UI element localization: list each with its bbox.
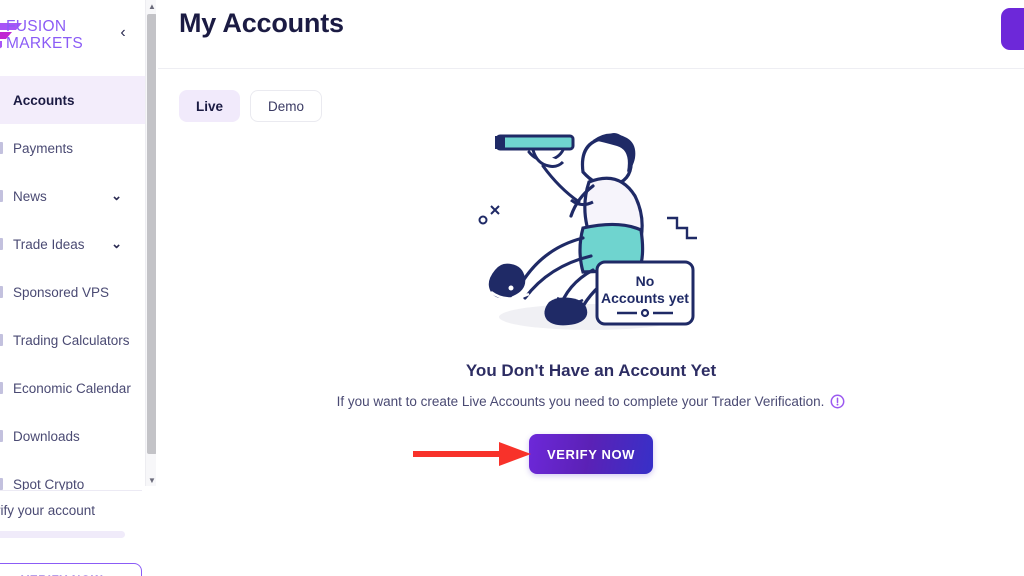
sidebar-item-label: Downloads bbox=[13, 428, 80, 444]
empty-state-subtitle: If you want to create Live Accounts you … bbox=[336, 394, 825, 409]
cta-wrapper: VERIFY NOW bbox=[413, 434, 653, 474]
news-icon bbox=[0, 190, 3, 202]
tab-demo[interactable]: Demo bbox=[250, 90, 323, 122]
sidebar-item-label: Payments bbox=[13, 140, 74, 156]
verification-progress-bar bbox=[0, 531, 125, 538]
empty-state: No Accounts yet You Don't Have an Accoun… bbox=[158, 120, 1024, 474]
verify-now-button[interactable]: VERIFY NOW bbox=[529, 434, 653, 474]
brand-name: FUSION MARKETS bbox=[6, 18, 116, 52]
trade-ideas-icon bbox=[0, 238, 3, 250]
sign-line2: Accounts yet bbox=[601, 290, 689, 306]
calendar-icon bbox=[0, 382, 3, 394]
sidebar-item-accounts[interactable]: Accounts bbox=[0, 76, 146, 124]
red-pointer-arrow-annotation-icon bbox=[413, 442, 531, 466]
sidebar-item-label: Sponsored VPS bbox=[13, 284, 110, 300]
payments-icon bbox=[0, 142, 3, 154]
sidebar-verify-account-panel: rify your account VERIFY NOW bbox=[0, 490, 142, 576]
main-content: My Accounts Live Demo No Accounts yet Yo… bbox=[158, 0, 1024, 576]
top-bar: My Accounts bbox=[158, 0, 1024, 69]
vps-icon bbox=[0, 286, 3, 298]
sidebar-item-news[interactable]: News ⌄ bbox=[0, 172, 146, 220]
empty-state-subtitle-row: If you want to create Live Accounts you … bbox=[337, 394, 846, 409]
sidebar-item-payments[interactable]: Payments bbox=[0, 124, 146, 172]
brand-name-line1: FUSION bbox=[6, 18, 67, 35]
brand-logo[interactable]: FUSION MARKETS ‹ bbox=[0, 0, 146, 69]
sidebar-item-label: Trading Calculators bbox=[13, 332, 130, 348]
sidebar-item-trade-ideas[interactable]: Trade Ideas ⌄ bbox=[0, 220, 146, 268]
sidebar-item-economic-calendar[interactable]: Economic Calendar bbox=[0, 364, 146, 412]
info-circle-icon[interactable] bbox=[830, 394, 845, 409]
sidebar-item-downloads[interactable]: Downloads bbox=[0, 412, 146, 460]
sidebar-item-label: Accounts bbox=[13, 92, 75, 108]
chevron-down-icon[interactable]: ⌄ bbox=[111, 188, 122, 204]
sidebar-nav: Accounts Payments News ⌄ Trade Ideas ⌄ S… bbox=[0, 76, 146, 508]
sidebar-collapse-chevron-left-icon[interactable]: ‹ bbox=[112, 22, 134, 44]
calculator-icon bbox=[0, 334, 3, 346]
topbar-action-button[interactable] bbox=[1001, 8, 1024, 50]
page-title: My Accounts bbox=[179, 8, 344, 38]
brand-name-line2: MARKETS bbox=[6, 35, 84, 52]
empty-state-heading: You Don't Have an Account Yet bbox=[465, 361, 717, 380]
sidebar: FUSION MARKETS ‹ Accounts Payments News … bbox=[0, 0, 146, 576]
app-root: FUSION MARKETS ‹ Accounts Payments News … bbox=[0, 0, 1024, 576]
sidebar-item-label: News bbox=[13, 188, 47, 204]
sidebar-item-trading-calculators[interactable]: Trading Calculators bbox=[0, 316, 146, 364]
chevron-down-icon[interactable]: ⌄ bbox=[111, 236, 122, 252]
sign-line1: No bbox=[636, 273, 655, 289]
download-icon bbox=[0, 430, 3, 442]
woman-with-telescope-illustration: No Accounts yet bbox=[478, 133, 697, 330]
crypto-icon bbox=[0, 478, 3, 490]
verify-panel-title: rify your account bbox=[0, 503, 96, 518]
account-type-tabs: Live Demo bbox=[179, 90, 323, 122]
sidebar-item-label: Trade Ideas bbox=[13, 236, 85, 252]
sidebar-verify-now-button[interactable]: VERIFY NOW bbox=[0, 563, 142, 576]
tab-live[interactable]: Live bbox=[179, 90, 241, 122]
sidebar-item-sponsored-vps[interactable]: Sponsored VPS bbox=[0, 268, 146, 316]
sidebar-item-label: Economic Calendar bbox=[13, 380, 131, 396]
